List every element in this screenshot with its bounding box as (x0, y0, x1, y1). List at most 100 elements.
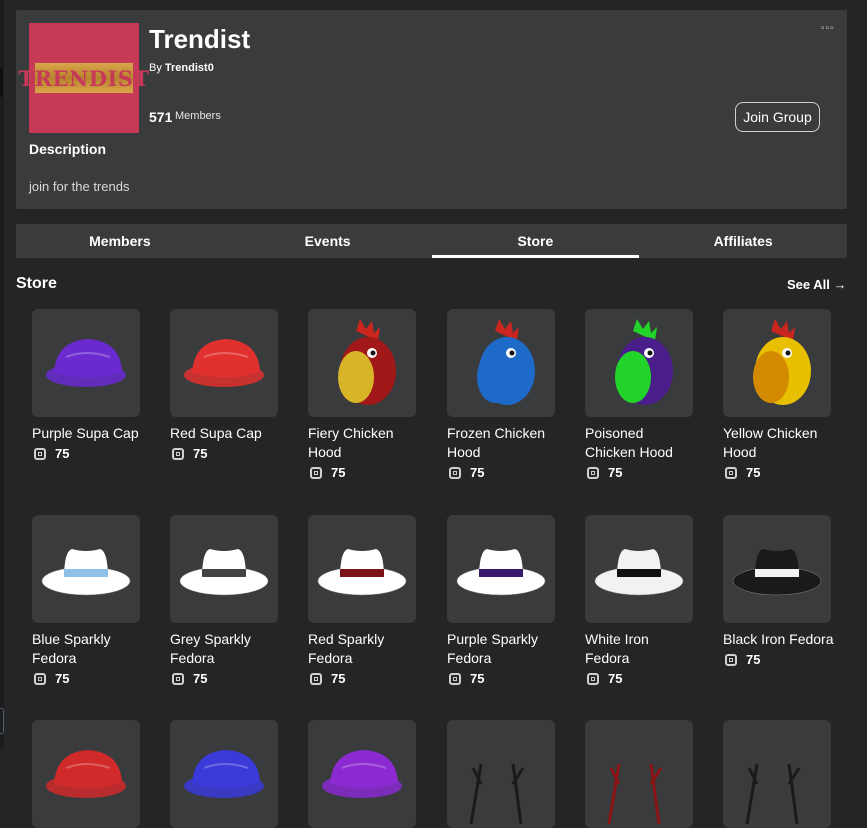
store-item[interactable]: Red Sparkly Fedora 75 (308, 515, 420, 686)
store-item[interactable]: Purple Sparkly Fedora 75 (447, 515, 559, 686)
price-row: 75 (32, 671, 144, 686)
scroll-marker (0, 67, 3, 97)
item-price: 75 (331, 465, 346, 480)
cap-icon (322, 750, 402, 798)
store-item[interactable] (723, 720, 835, 828)
store-item[interactable] (32, 720, 144, 828)
item-thumbnail-partial-item[interactable] (447, 720, 555, 828)
price-row: 75 (308, 465, 420, 480)
robux-icon (310, 466, 322, 479)
robux-icon (172, 672, 184, 685)
item-name[interactable]: Yellow Chicken Hood (723, 424, 835, 462)
store-item[interactable]: White Iron Fedora 75 (585, 515, 697, 686)
item-thumbnail-black-iron-fedora[interactable] (723, 515, 831, 623)
description-text: join for the trends (29, 179, 130, 194)
item-thumbnail-partial-item[interactable] (170, 720, 278, 828)
item-name[interactable]: Red Supa Cap (170, 424, 282, 443)
item-name[interactable]: Purple Supa Cap (32, 424, 144, 443)
price-row: 75 (585, 465, 697, 480)
store-item[interactable]: Red Supa Cap 75 (170, 309, 282, 461)
item-name[interactable]: Black Iron Fedora (723, 630, 835, 649)
fedora-icon (456, 549, 546, 596)
item-price: 75 (470, 465, 485, 480)
item-thumbnail-frozen-chicken-hood[interactable] (447, 309, 555, 417)
members-label: Members (175, 110, 221, 122)
item-price: 75 (746, 652, 761, 667)
item-name[interactable]: Purple Sparkly Fedora (447, 630, 559, 668)
fedora-icon (41, 549, 131, 596)
item-name[interactable]: Blue Sparkly Fedora (32, 630, 144, 668)
item-price: 75 (193, 671, 208, 686)
chicken-hood-icon (477, 319, 535, 405)
item-thumbnail-grey-sparkly-fedora[interactable] (170, 515, 278, 623)
item-name[interactable]: Red Sparkly Fedora (308, 630, 420, 668)
item-thumbnail-fiery-chicken-hood[interactable] (308, 309, 416, 417)
item-thumbnail-partial-item[interactable] (32, 720, 140, 828)
store-item[interactable]: Yellow Chicken Hood 75 (723, 309, 835, 480)
item-price: 75 (55, 671, 70, 686)
emblem-text: TRENDIST (18, 65, 150, 91)
price-row: 75 (32, 446, 144, 461)
tab-events[interactable]: Events (224, 224, 432, 258)
fedora-icon (179, 549, 269, 596)
store-item[interactable]: Frozen Chicken Hood 75 (447, 309, 559, 480)
price-row: 75 (308, 671, 420, 686)
item-thumbnail-yellow-chicken-hood[interactable] (723, 309, 831, 417)
item-thumbnail-purple-sparkly-fedora[interactable] (447, 515, 555, 623)
emblem-band: TRENDIST (18, 63, 149, 93)
price-row: 75 (170, 671, 282, 686)
item-thumbnail-partial-item[interactable] (585, 720, 693, 828)
item-thumbnail-poisoned-chicken-hood[interactable] (585, 309, 693, 417)
group-tabs: Members Events Store Affiliates (16, 224, 847, 258)
price-row: 75 (447, 465, 559, 480)
antlers-icon (745, 763, 801, 824)
join-group-button[interactable]: Join Group (735, 102, 820, 132)
store-item[interactable]: Black Iron Fedora 75 (723, 515, 835, 667)
more-options-icon[interactable]: ▫▫▫ (821, 23, 835, 34)
item-thumbnail-partial-item[interactable] (723, 720, 831, 828)
store-item[interactable] (170, 720, 282, 828)
item-price: 75 (608, 671, 623, 686)
robux-icon (449, 672, 461, 685)
store-item[interactable]: Purple Supa Cap 75 (32, 309, 144, 461)
fedora-icon (732, 549, 822, 596)
item-thumbnail-red-supa-cap[interactable] (170, 309, 278, 417)
item-name[interactable]: Poisoned Chicken Hood (585, 424, 697, 462)
store-item[interactable] (585, 720, 697, 828)
robux-icon (310, 672, 322, 685)
chicken-hood-icon (753, 319, 811, 405)
owner-link[interactable]: Trendist0 (165, 62, 214, 74)
item-name[interactable]: Grey Sparkly Fedora (170, 630, 282, 668)
store-item[interactable]: Fiery Chicken Hood 75 (308, 309, 420, 480)
robux-icon (34, 672, 46, 685)
cap-icon (46, 750, 126, 798)
store-item[interactable] (308, 720, 420, 828)
fedora-icon (594, 549, 684, 596)
price-row: 75 (585, 671, 697, 686)
item-thumbnail-blue-sparkly-fedora[interactable] (32, 515, 140, 623)
members-count: 571 (149, 109, 173, 125)
tab-store[interactable]: Store (431, 224, 640, 258)
item-thumbnail-purple-supa-cap[interactable] (32, 309, 140, 417)
item-thumbnail-red-sparkly-fedora[interactable] (308, 515, 416, 623)
tab-members[interactable]: Members (16, 224, 224, 258)
group-emblem: TRENDIST (18, 23, 149, 133)
antlers-icon (607, 763, 663, 824)
store-item[interactable]: Poisoned Chicken Hood 75 (585, 309, 697, 480)
see-all-link[interactable]: See All → (787, 277, 846, 292)
fedora-icon (317, 549, 407, 596)
item-name[interactable]: Frozen Chicken Hood (447, 424, 559, 462)
store-item[interactable] (447, 720, 559, 828)
item-thumbnail-white-iron-fedora[interactable] (585, 515, 693, 623)
item-price: 75 (608, 465, 623, 480)
item-name[interactable]: White Iron Fedora (585, 630, 697, 668)
item-name[interactable]: Fiery Chicken Hood (308, 424, 420, 462)
store-item[interactable]: Grey Sparkly Fedora 75 (170, 515, 282, 686)
left-edge (0, 0, 4, 750)
tab-affiliates[interactable]: Affiliates (639, 224, 847, 258)
item-thumbnail-partial-item[interactable] (308, 720, 416, 828)
robux-icon (172, 447, 184, 460)
side-handle[interactable] (0, 708, 4, 734)
store-item[interactable]: Blue Sparkly Fedora 75 (32, 515, 144, 686)
robux-icon (34, 447, 46, 460)
